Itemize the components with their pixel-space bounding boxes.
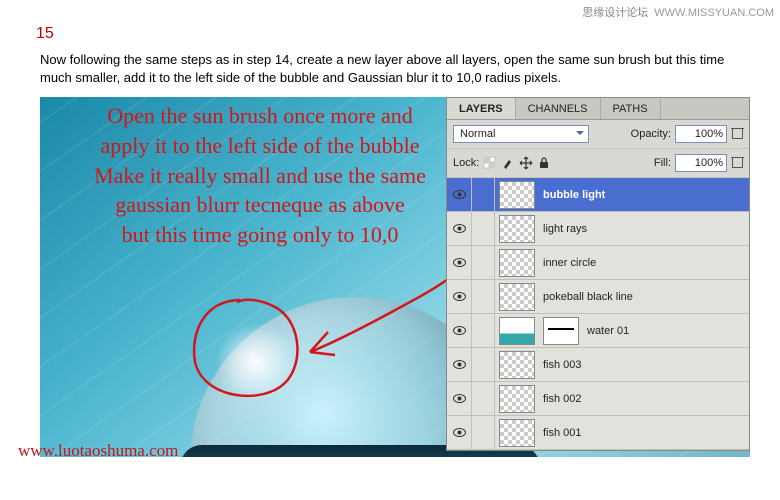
layers-panel: LAYERS CHANNELS PATHS Normal Opacity: 10… bbox=[446, 97, 750, 451]
fill-label: Fill: bbox=[654, 157, 671, 169]
layer-row[interactable]: pokeball black line bbox=[447, 280, 749, 314]
layer-row[interactable]: fish 003 bbox=[447, 348, 749, 382]
layer-name: fish 002 bbox=[539, 393, 749, 405]
lock-move-icon[interactable] bbox=[519, 156, 533, 170]
layer-thumbnail bbox=[499, 181, 535, 209]
layer-list: bubble light light rays inner circle pok… bbox=[447, 178, 749, 450]
layer-thumbnail bbox=[499, 385, 535, 413]
lock-brush-icon[interactable] bbox=[501, 156, 515, 170]
layer-row[interactable]: light rays bbox=[447, 212, 749, 246]
blend-mode-select[interactable]: Normal bbox=[453, 125, 589, 143]
red-annotation: Open the sun brush once more and apply i… bbox=[70, 101, 450, 249]
tab-paths[interactable]: PATHS bbox=[601, 98, 661, 119]
link-cell[interactable] bbox=[472, 178, 495, 211]
layer-row[interactable]: fish 002 bbox=[447, 382, 749, 416]
layer-thumbnail bbox=[499, 283, 535, 311]
opacity-label: Opacity: bbox=[631, 128, 671, 140]
link-cell[interactable] bbox=[472, 314, 495, 347]
layer-thumbnail bbox=[499, 317, 535, 345]
opacity-input[interactable]: 100% bbox=[675, 125, 727, 143]
visibility-toggle[interactable] bbox=[447, 416, 472, 449]
visibility-toggle[interactable] bbox=[447, 246, 472, 279]
watermark-bottom: www.luotaoshuma.com bbox=[18, 441, 178, 461]
layer-name: pokeball black line bbox=[539, 291, 749, 303]
visibility-toggle[interactable] bbox=[447, 178, 472, 211]
fill-slider[interactable] bbox=[732, 158, 743, 168]
layer-name: light rays bbox=[539, 223, 749, 235]
link-cell[interactable] bbox=[472, 212, 495, 245]
link-cell[interactable] bbox=[472, 416, 495, 449]
watermark-top: 思缘设计论坛WWW.MISSYUAN.COM bbox=[582, 4, 774, 20]
visibility-toggle[interactable] bbox=[447, 348, 472, 381]
lock-all-icon[interactable] bbox=[537, 156, 551, 170]
lock-transparency-icon[interactable] bbox=[483, 156, 497, 170]
layer-thumbnail bbox=[499, 419, 535, 447]
layer-thumbnail bbox=[499, 215, 535, 243]
layer-row[interactable]: bubble light bbox=[447, 178, 749, 212]
step-instruction: Now following the same steps as in step … bbox=[40, 51, 750, 87]
step-number: 15 bbox=[36, 25, 750, 43]
screenshot-canvas: Open the sun brush once more and apply i… bbox=[40, 97, 750, 457]
panel-tabs: LAYERS CHANNELS PATHS bbox=[447, 98, 749, 120]
layer-thumbnail bbox=[499, 249, 535, 277]
layer-name: water 01 bbox=[583, 325, 749, 337]
lock-label: Lock: bbox=[453, 157, 479, 169]
layer-mask-thumbnail bbox=[543, 317, 579, 345]
layer-row[interactable]: fish 001 bbox=[447, 416, 749, 450]
visibility-toggle[interactable] bbox=[447, 212, 472, 245]
link-cell[interactable] bbox=[472, 280, 495, 313]
layer-row[interactable]: water 01 bbox=[447, 314, 749, 348]
tab-channels[interactable]: CHANNELS bbox=[516, 98, 601, 119]
layer-name: fish 001 bbox=[539, 427, 749, 439]
opacity-slider[interactable] bbox=[732, 129, 743, 139]
visibility-toggle[interactable] bbox=[447, 280, 472, 313]
hand-drawn-circle bbox=[185, 292, 305, 407]
visibility-toggle[interactable] bbox=[447, 382, 472, 415]
tab-layers[interactable]: LAYERS bbox=[447, 98, 516, 119]
layer-name: inner circle bbox=[539, 257, 749, 269]
visibility-toggle[interactable] bbox=[447, 314, 472, 347]
layer-name: bubble light bbox=[539, 189, 749, 201]
link-cell[interactable] bbox=[472, 382, 495, 415]
layer-thumbnail bbox=[499, 351, 535, 379]
fill-input[interactable]: 100% bbox=[675, 154, 727, 172]
link-cell[interactable] bbox=[472, 348, 495, 381]
layer-row[interactable]: inner circle bbox=[447, 246, 749, 280]
layer-name: fish 003 bbox=[539, 359, 749, 371]
link-cell[interactable] bbox=[472, 246, 495, 279]
